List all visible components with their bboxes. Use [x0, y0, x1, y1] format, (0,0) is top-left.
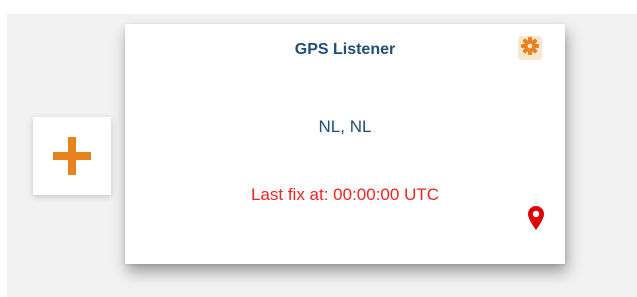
location-text: NL, NL: [318, 117, 372, 136]
card-title: GPS Listener: [294, 41, 396, 58]
gear-icon: [521, 36, 539, 60]
last-fix-status: Last fix at: 00:00:00 UTC: [250, 185, 440, 204]
add-widget-button[interactable]: [33, 117, 111, 195]
map-pin-icon[interactable]: [528, 206, 544, 230]
gps-listener-card[interactable]: GPS Listener NL, NL Last fix at: 00:00:0…: [125, 24, 565, 264]
plus-icon: [53, 137, 91, 175]
settings-button[interactable]: [518, 36, 542, 60]
